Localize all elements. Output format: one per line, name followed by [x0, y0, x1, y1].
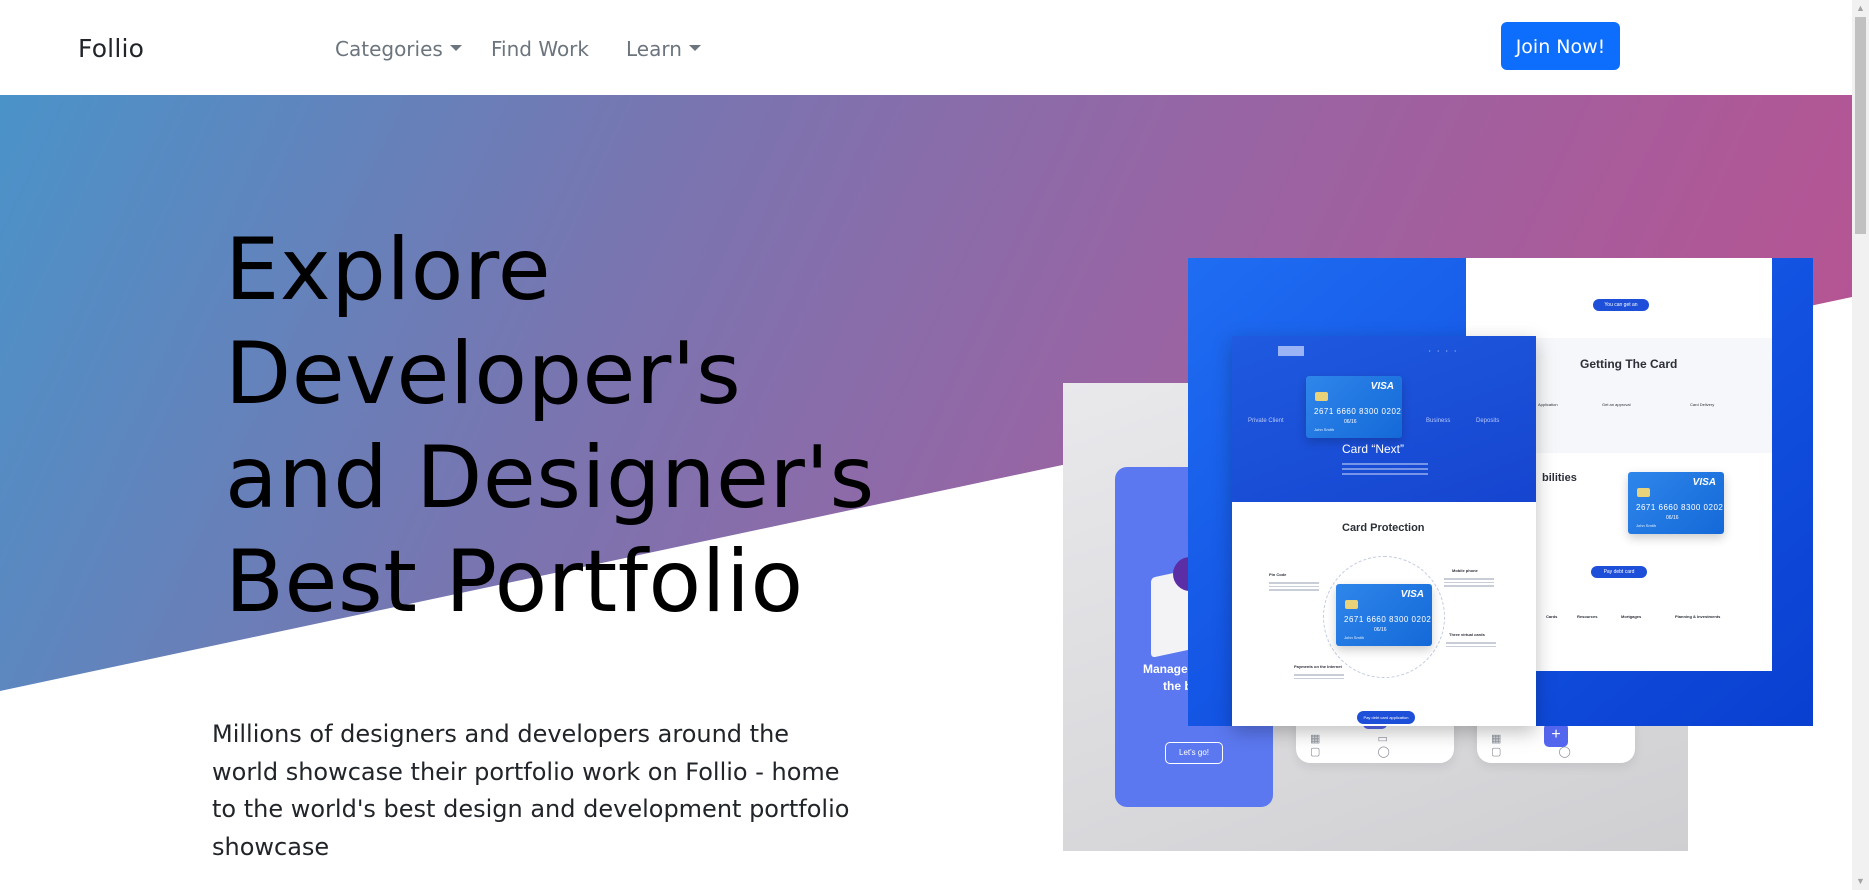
card-number: 2671 6660 8300 0202: [1344, 615, 1432, 624]
text-lines: [1294, 674, 1344, 681]
scroll-up-arrow-icon[interactable]: ▲: [1856, 3, 1865, 13]
get-application-button: You can get an application: [1593, 299, 1649, 320]
tabbar-icons: ▦ ▭ ▢ ◯: [1310, 733, 1417, 758]
card-number: 2671 6660 8300 0202: [1314, 407, 1402, 416]
page-scrollbar[interactable]: ▲ ▼: [1852, 0, 1869, 890]
visa-logo: VISA: [1692, 477, 1716, 488]
hero-title: Explore Developer's and Designer's Best …: [225, 218, 925, 634]
abilities-title: bilities: [1542, 472, 1577, 484]
step-application: Application: [1538, 402, 1558, 407]
scroll-thumb[interactable]: [1855, 17, 1866, 234]
text-lines: [1444, 578, 1494, 589]
nav-learn-label: Learn: [626, 37, 682, 61]
mini-menu: • • • •: [1429, 348, 1459, 353]
card-holder: John Smith: [1636, 523, 1657, 528]
text-lines: [1446, 642, 1496, 649]
credit-card-image: VISA 2671 6660 8300 0202 06/16 John Smit…: [1306, 376, 1402, 438]
scroll-down-arrow-icon[interactable]: ▼: [1856, 876, 1865, 886]
getting-card-title: Getting The Card: [1580, 357, 1678, 371]
card-page-mockup: • • • • Private Client Business Deposits…: [1232, 336, 1536, 726]
card-expiry: 06/16: [1374, 627, 1387, 633]
chevron-down-icon: [449, 45, 462, 51]
hero-title-line-1: Explore: [225, 220, 552, 320]
nav-learn-dropdown[interactable]: Learn: [626, 37, 701, 61]
credit-card-image: VISA 2671 6660 8300 0202 06/16 John Smit…: [1628, 472, 1724, 534]
hero-title-line-4: Best Portfolio: [225, 532, 804, 632]
step-approval: Get an approval: [1602, 402, 1631, 407]
payments-label: Payments on the Internet: [1294, 664, 1342, 669]
navbar: Follio Categories Find Work Learn Join N…: [0, 0, 1852, 95]
app-headline: Manage: [1143, 662, 1188, 676]
page-header-area: [1466, 258, 1772, 338]
text-lines: [1269, 582, 1319, 593]
card-holder: John Smith: [1314, 427, 1335, 432]
plus-icon: +: [1544, 723, 1568, 747]
card-next-title: Card “Next”: [1342, 442, 1405, 456]
chip-icon: [1345, 600, 1358, 609]
mobile-phone-label: Mobile phone: [1452, 568, 1478, 573]
nav-find-work-label: Find Work: [491, 37, 589, 61]
footer-resources: Resources: [1577, 614, 1598, 619]
footer-cards: Cards: [1546, 614, 1558, 619]
hero-title-line-2: Developer's: [225, 324, 742, 424]
hero-description: Millions of designers and developers aro…: [212, 720, 850, 861]
card-next-hero: • • • • Private Client Business Deposits…: [1232, 336, 1536, 502]
footer-mortgages: Mortgages: [1621, 614, 1642, 619]
tab-business: Business: [1426, 418, 1451, 424]
nav-categories-dropdown[interactable]: Categories: [335, 37, 462, 61]
pin-code-label: Pin Code: [1269, 572, 1287, 577]
credit-card-image: VISA 2671 6660 8300 0202 06/16 John Smit…: [1336, 584, 1432, 646]
virtual-cards-label: Three virtual cards: [1449, 632, 1485, 637]
brand-logo[interactable]: Follio: [78, 34, 144, 63]
footer-planning: Planning & Investments: [1675, 614, 1721, 619]
chevron-down-icon: [688, 45, 701, 51]
card-expiry: 06/16: [1344, 419, 1357, 425]
tab-private-client: Private Client: [1248, 418, 1284, 424]
card-number: 2671 6660 8300 0202: [1636, 503, 1724, 512]
nav-find-work-link[interactable]: Find Work: [491, 37, 589, 61]
visa-logo: VISA: [1370, 381, 1394, 392]
card-next-text: [1342, 463, 1428, 477]
join-now-button[interactable]: Join Now!: [1501, 22, 1620, 70]
apply-button-mockup: Pay debt card application: [1357, 711, 1415, 724]
step-delivery: Card Delivery: [1690, 402, 1715, 407]
chip-icon: [1637, 488, 1650, 497]
card-holder: John Smith: [1344, 635, 1365, 640]
nav-categories-label: Categories: [335, 37, 443, 61]
chip-icon: [1315, 392, 1328, 401]
card-expiry: 06/16: [1666, 515, 1679, 521]
card-protection-title: Card Protection: [1342, 522, 1425, 534]
bank-logo: [1278, 346, 1304, 356]
hero-title-line-3: and Designer's: [225, 428, 875, 528]
apply-button-small: Pay debt card application: [1591, 566, 1647, 587]
visa-logo: VISA: [1400, 589, 1424, 600]
tab-deposits: Deposits: [1476, 418, 1500, 424]
app-lets-go-button: Let's go!: [1165, 742, 1223, 764]
